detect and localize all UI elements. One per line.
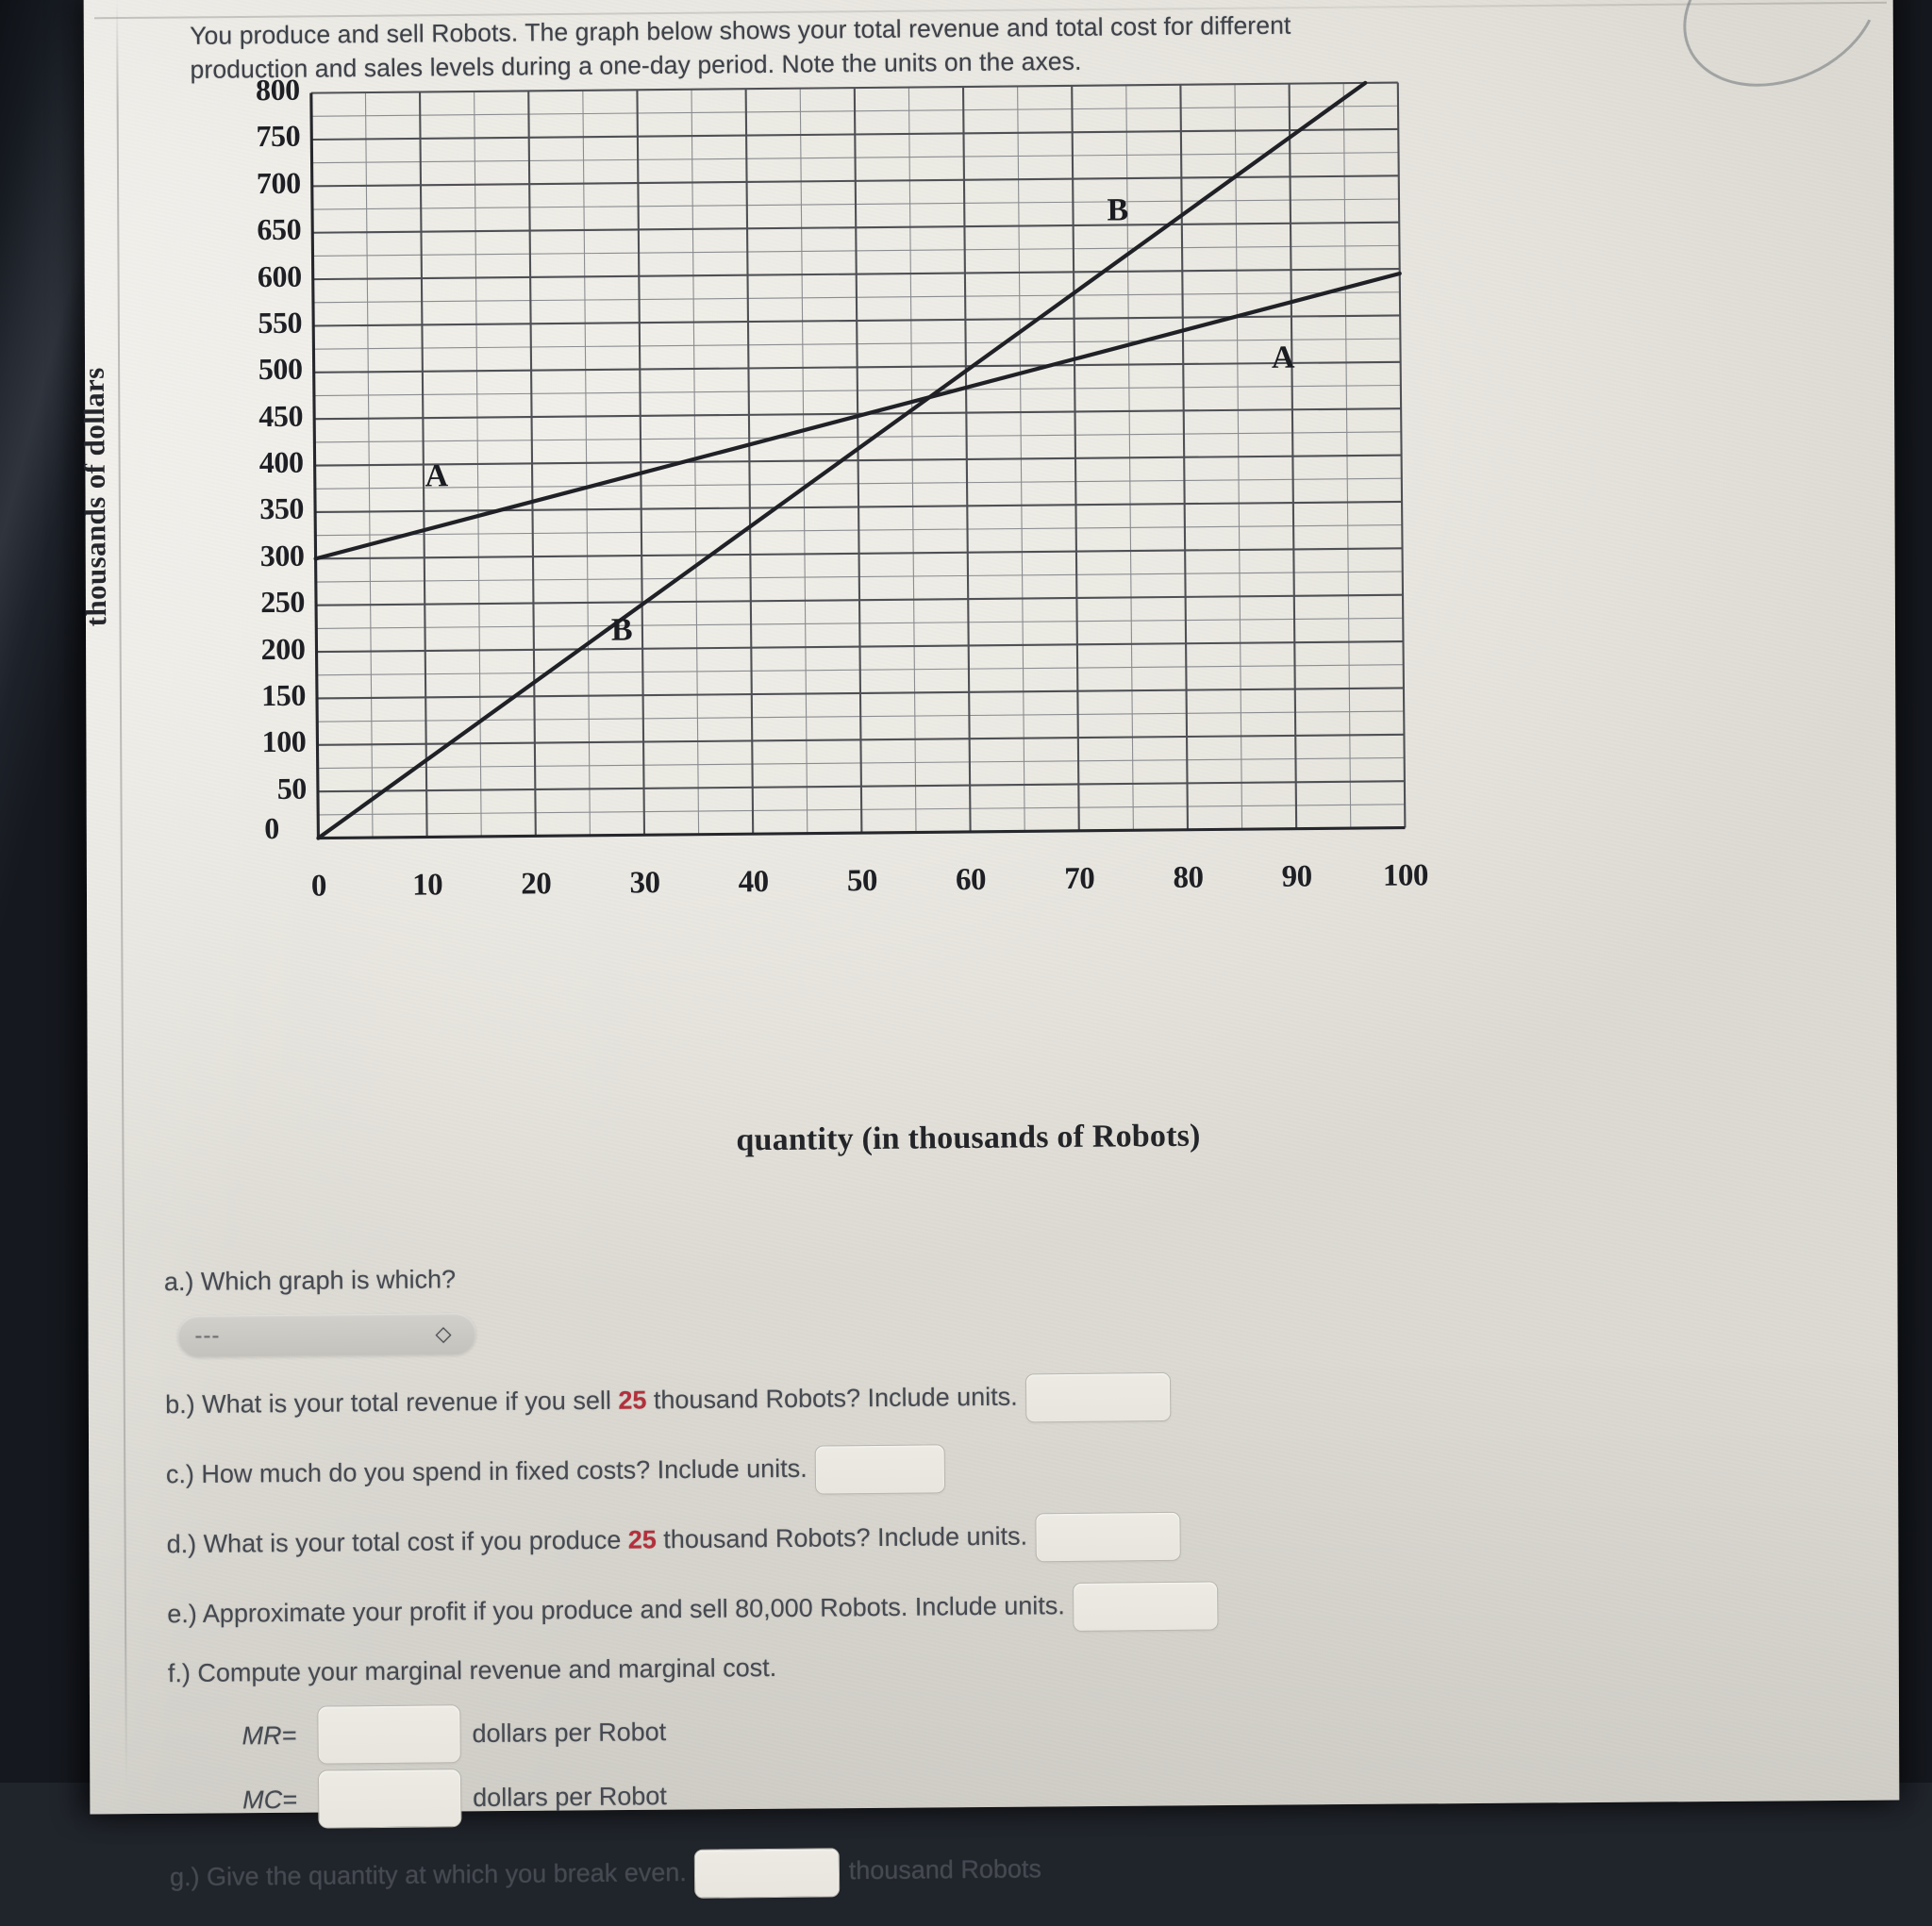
series-label-B: B <box>1107 192 1129 228</box>
question-f-text: f.) Compute your marginal revenue and ma… <box>167 1652 777 1688</box>
x-tick-20: 20 <box>521 867 552 902</box>
mr-unit-label: dollars per Robot <box>472 1717 667 1748</box>
question-c: c.) How much do you spend in fixed costs… <box>166 1437 1675 1501</box>
series-line-B <box>316 80 1368 840</box>
question-g-answer-input[interactable] <box>693 1848 841 1899</box>
x-tick-0: 0 <box>310 869 327 904</box>
y-tick-200: 200 <box>260 631 306 666</box>
x-axis-title: quantity (in thousands of Robots) <box>736 1118 1201 1158</box>
question-c-answer-input[interactable] <box>814 1444 945 1495</box>
x-tick-100: 100 <box>1382 858 1429 893</box>
y-tick-600: 600 <box>257 258 302 293</box>
question-a: a.) Which graph is which? <box>163 1255 1674 1297</box>
x-tick-80: 80 <box>1173 860 1204 895</box>
worksheet-content: You produce and sell Robots. The graph b… <box>0 0 1932 1899</box>
mc-unit-label: dollars per Robot <box>473 1781 667 1812</box>
x-tick-50: 50 <box>846 863 878 899</box>
question-b-post: thousand Robots? Include units. <box>646 1382 1018 1415</box>
x-tick-40: 40 <box>738 865 769 900</box>
question-d-pre: d.) What is your total cost if you produ… <box>166 1525 628 1559</box>
series-label-A: A <box>425 458 449 494</box>
series-label-A: A <box>1271 340 1295 376</box>
marginal-revenue-row: MR= dollars per Robot <box>242 1693 1678 1766</box>
questions-list: a.) Which graph is which? --- ◇ b.) What… <box>164 1255 1680 1924</box>
mr-symbol: MR= <box>242 1720 297 1750</box>
question-e-text: e.) Approximate your profit if you produ… <box>167 1591 1065 1629</box>
chevron-updown-icon: ◇ <box>435 1321 452 1346</box>
y-axis-origin-label: 0 <box>264 810 280 846</box>
y-tick-350: 350 <box>259 491 305 526</box>
marginal-cost-row: MC= dollars per Robot <box>242 1757 1679 1830</box>
question-d-number: 25 <box>627 1525 657 1554</box>
y-tick-150: 150 <box>260 677 307 713</box>
question-g: g.) Give the quantity at which you break… <box>170 1840 1679 1903</box>
y-tick-800: 800 <box>255 72 300 108</box>
question-e-answer-input[interactable] <box>1072 1581 1219 1632</box>
dropdown-selected-value: --- <box>194 1322 221 1349</box>
graph-which-dropdown[interactable]: --- ◇ <box>177 1313 476 1358</box>
plot-area: A A B B <box>309 80 1407 840</box>
question-c-text: c.) How much do you spend in fixed costs… <box>165 1453 808 1489</box>
x-tick-60: 60 <box>955 862 987 898</box>
y-tick-500: 500 <box>258 351 303 387</box>
x-tick-70: 70 <box>1064 861 1095 896</box>
question-d-answer-input[interactable] <box>1034 1511 1181 1563</box>
revenue-cost-chart: thousands of dollars 50 100 150 200 250 300 35… <box>0 57 1932 1264</box>
x-axis-tick-labels: 0 10 20 30 40 50 60 70 80 90 100 <box>311 858 1428 925</box>
y-tick-700: 700 <box>256 165 301 200</box>
question-d: d.) What is your total cost if you produ… <box>166 1507 1675 1570</box>
y-tick-50: 50 <box>276 771 308 805</box>
y-axis-tick-labels: 50 100 150 200 250 300 350 400 450 500 550 600 650 70… <box>187 73 308 856</box>
y-tick-450: 450 <box>258 398 304 433</box>
y-tick-750: 750 <box>256 119 301 154</box>
y-tick-100: 100 <box>261 723 307 759</box>
question-b-pre: b.) What is your total revenue if you se… <box>165 1386 619 1420</box>
series-label-B: B <box>610 612 633 648</box>
question-b: b.) What is your total revenue if you se… <box>165 1368 1674 1431</box>
x-tick-90: 90 <box>1281 859 1312 894</box>
question-f: f.) Compute your marginal revenue and ma… <box>167 1647 1677 1688</box>
question-g-unit-label: thousand Robots <box>848 1854 1042 1885</box>
question-e: e.) Approximate your profit if you produ… <box>167 1577 1676 1640</box>
question-g-text: g.) Give the quantity at which you break… <box>169 1858 687 1892</box>
y-tick-550: 550 <box>258 305 303 340</box>
y-tick-650: 650 <box>257 211 302 247</box>
plot-svg <box>309 80 1407 840</box>
question-b-number: 25 <box>618 1386 647 1415</box>
question-b-answer-input[interactable] <box>1024 1371 1171 1423</box>
mr-answer-input[interactable] <box>317 1704 461 1765</box>
question-d-post: thousand Robots? Include units. <box>656 1521 1028 1554</box>
y-tick-400: 400 <box>258 444 304 480</box>
mc-symbol: MC= <box>242 1785 298 1814</box>
y-axis-title: thousands of dollars <box>76 367 113 627</box>
question-a-label: a.) Which graph is which? <box>163 1265 457 1297</box>
mc-answer-input[interactable] <box>317 1768 462 1829</box>
x-tick-30: 30 <box>629 866 660 901</box>
y-tick-300: 300 <box>259 538 305 573</box>
y-tick-250: 250 <box>260 584 306 620</box>
x-tick-10: 10 <box>411 868 443 903</box>
